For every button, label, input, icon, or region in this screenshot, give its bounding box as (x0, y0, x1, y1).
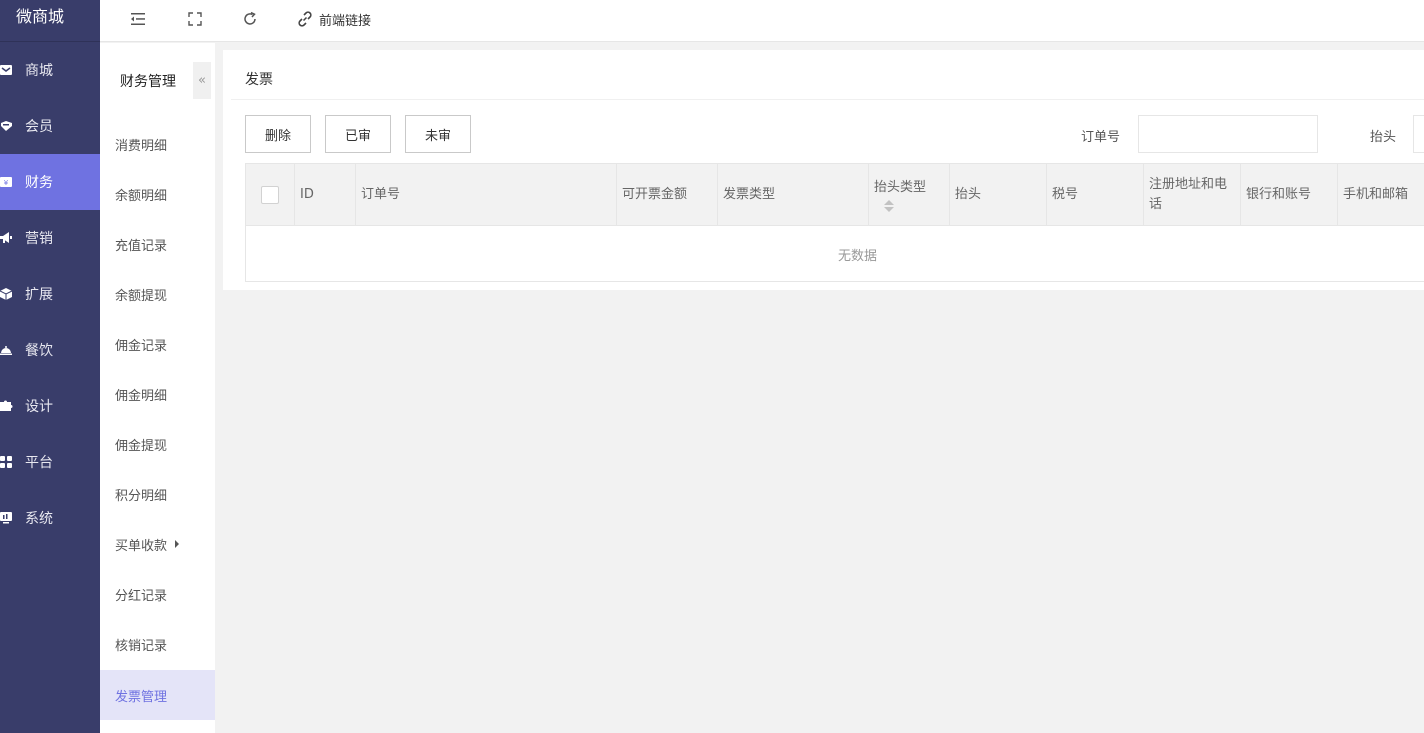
submenu-item-verification-record[interactable]: 核销记录 (100, 619, 215, 669)
megaphone-icon (0, 231, 14, 245)
submenu-item-checkout-payment[interactable]: 买单收款 (100, 519, 215, 569)
page-title: 发票 (245, 72, 273, 88)
sidebar-item-extension[interactable]: 扩展 (0, 266, 100, 322)
unapproved-button[interactable]: 未审 (405, 115, 471, 153)
fullscreen-button[interactable] (188, 8, 202, 30)
column-header-order-no[interactable]: 订单号 (356, 164, 617, 226)
submenu-item-label: 核销记录 (115, 638, 168, 654)
submenu-item-points-detail[interactable]: 积分明细 (100, 469, 215, 519)
header-label: 抬头 (1370, 130, 1397, 145)
sidebar-item-member[interactable]: 会员 (0, 98, 100, 154)
header-input[interactable] (1413, 115, 1424, 153)
frontend-link-label: 前端链接 (319, 13, 372, 29)
puzzle-icon (0, 399, 14, 413)
sidebar-item-label: 餐饮 (25, 343, 53, 359)
finance-icon: ¥ (0, 175, 14, 189)
order-no-input[interactable] (1138, 115, 1318, 153)
submenu-item-label: 充值记录 (115, 238, 168, 254)
main-sidebar: 微商城 商城 会员 ¥ 财务 营销 扩展 餐饮 设计 平台 系统 (0, 0, 100, 733)
sidebar-item-system[interactable]: 系统 (0, 490, 100, 546)
refresh-button[interactable] (242, 8, 258, 30)
app-logo-title[interactable]: 微商城 (0, 0, 100, 42)
submenu-item-consumption-detail[interactable]: 消费明细 (100, 119, 215, 169)
submenu-item-label: 分红记录 (115, 588, 168, 604)
collapse-submenu-button[interactable]: « (193, 62, 211, 99)
table-header: ID 订单号 可开票金额 发票类型 抬头类型 抬头 税号 注册地址和电话 银行和… (246, 164, 1424, 226)
submenu-item-label: 买单收款 (115, 538, 168, 554)
dining-icon (0, 343, 14, 357)
sidebar-item-dining[interactable]: 餐饮 (0, 322, 100, 378)
delete-button[interactable]: 删除 (245, 115, 311, 153)
store-icon (0, 63, 14, 77)
submenu-item-label: 余额提现 (115, 288, 168, 304)
submenu-item-commission-detail[interactable]: 佣金明细 (100, 369, 215, 419)
submenu-item-label: 消费明细 (115, 138, 168, 154)
menu-fold-icon (130, 11, 146, 27)
submenu-item-label: 佣金明细 (115, 388, 168, 404)
double-chevron-left-icon: « (198, 73, 206, 88)
invoice-card: 发票 删除 已审 未审 订单号 抬头 ID 订单号 可开票金额 发票类型 抬头类… (223, 50, 1424, 290)
card-divider (231, 99, 1424, 100)
sidebar-item-platform[interactable]: 平台 (0, 434, 100, 490)
sort-icon[interactable] (874, 198, 894, 212)
order-no-label: 订单号 (1081, 130, 1121, 145)
submenu-item-commission-withdraw[interactable]: 佣金提现 (100, 419, 215, 469)
column-header-bank-account[interactable]: 银行和账号 (1241, 164, 1338, 226)
sidebar-item-store[interactable]: 商城 (0, 42, 100, 98)
submenu-item-label: 余额明细 (115, 188, 168, 204)
sidebar-item-label: 设计 (25, 399, 53, 415)
caret-right-icon (175, 540, 180, 548)
sidebar-item-label: 会员 (25, 119, 53, 135)
invoice-table: ID 订单号 可开票金额 发票类型 抬头类型 抬头 税号 注册地址和电话 银行和… (245, 163, 1424, 282)
submenu-item-commission-record[interactable]: 佣金记录 (100, 319, 215, 369)
select-all-cell (246, 164, 295, 226)
submenu-item-balance-detail[interactable]: 余额明细 (100, 169, 215, 219)
refresh-icon (242, 11, 258, 27)
top-toolbar: 前端链接 (100, 0, 1424, 42)
sidebar-item-label: 商城 (25, 63, 53, 79)
submenu-item-label: 佣金记录 (115, 338, 168, 354)
column-header-header-type[interactable]: 抬头类型 (869, 164, 950, 226)
table-empty-message: 无数据 (837, 248, 877, 264)
sidebar-item-design[interactable]: 设计 (0, 378, 100, 434)
select-all-checkbox[interactable] (261, 186, 279, 204)
submenu-item-dividend-record[interactable]: 分红记录 (100, 569, 215, 619)
svg-text:¥: ¥ (4, 179, 9, 187)
submenu-title: 财务管理 (120, 74, 176, 90)
cube-icon (0, 287, 14, 301)
monitor-icon (0, 511, 14, 525)
link-icon (297, 11, 313, 27)
member-icon (0, 119, 14, 133)
column-header-invoiceable-amount[interactable]: 可开票金额 (617, 164, 718, 226)
submenu-item-label: 发票管理 (115, 689, 168, 705)
menu-fold-button[interactable] (130, 8, 146, 30)
column-header-phone-email[interactable]: 手机和邮箱 (1338, 164, 1424, 226)
column-header-tax-no[interactable]: 税号 (1047, 164, 1144, 226)
column-header-label: 抬头类型 (874, 180, 927, 195)
approved-button[interactable]: 已审 (325, 115, 391, 153)
finance-submenu: 财务管理 « 消费明细 余额明细 充值记录 余额提现 佣金记录 佣金明细 佣金提… (100, 43, 215, 733)
submenu-item-recharge-record[interactable]: 充值记录 (100, 219, 215, 269)
frontend-link-button[interactable]: 前端链接 (297, 8, 371, 30)
sidebar-item-label: 系统 (25, 511, 53, 527)
sidebar-item-label: 营销 (25, 231, 53, 247)
sidebar-item-finance[interactable]: ¥ 财务 (0, 154, 100, 210)
column-header-title[interactable]: 抬头 (950, 164, 1047, 226)
sidebar-item-label: 扩展 (25, 287, 53, 303)
sidebar-item-label: 财务 (25, 175, 53, 191)
column-header-invoice-type[interactable]: 发票类型 (718, 164, 869, 226)
submenu-item-label: 佣金提现 (115, 438, 168, 454)
sidebar-item-label: 平台 (25, 455, 53, 471)
column-header-id[interactable]: ID (295, 164, 356, 226)
submenu-item-invoice-management[interactable]: 发票管理 (100, 670, 215, 720)
fullscreen-icon (188, 12, 202, 26)
grid-icon (0, 455, 14, 469)
submenu-item-balance-withdraw[interactable]: 余额提现 (100, 269, 215, 319)
sidebar-item-marketing[interactable]: 营销 (0, 210, 100, 266)
submenu-item-label: 积分明细 (115, 488, 168, 504)
column-header-address-phone[interactable]: 注册地址和电话 (1144, 164, 1241, 226)
